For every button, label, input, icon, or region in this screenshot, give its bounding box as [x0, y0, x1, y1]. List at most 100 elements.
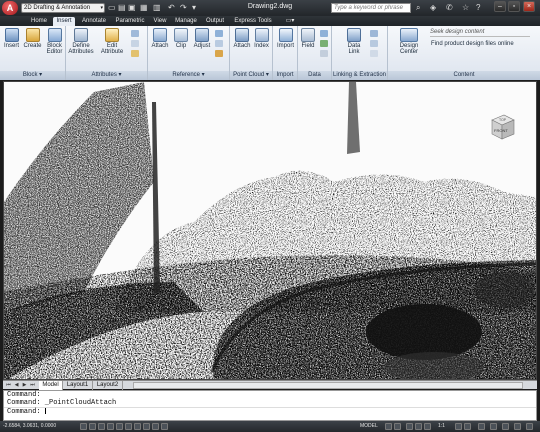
workspace-dropdown[interactable]: 2D Drafting & Annotation ▾ — [21, 3, 105, 13]
hardware-acceleration-icon[interactable] — [502, 423, 509, 430]
ole-object-icon[interactable] — [320, 50, 328, 57]
horizontal-scrollbar[interactable] — [133, 382, 523, 389]
upload-from-source-icon[interactable] — [370, 40, 378, 47]
pan-icon[interactable] — [406, 423, 413, 430]
clip-button[interactable]: Clip — [172, 28, 190, 49]
define-attributes-button[interactable]: Define Attributes — [68, 28, 94, 55]
command-input[interactable]: Command: — [4, 407, 536, 416]
drawing-area[interactable]: FRONT TOP — [3, 81, 537, 380]
extract-data-icon[interactable] — [370, 30, 378, 37]
qat-dropdown-icon[interactable]: ▾ — [192, 3, 196, 13]
plot-icon[interactable]: ▥ — [153, 3, 161, 13]
object-snap-icon[interactable] — [116, 423, 123, 430]
annotation-visibility-icon[interactable] — [455, 423, 462, 430]
model-space-toggle[interactable]: MODEL — [360, 421, 378, 432]
adjust-button[interactable]: Adjust — [191, 28, 213, 49]
steering-wheel-icon[interactable] — [424, 423, 431, 430]
grid-display-icon[interactable] — [89, 423, 96, 430]
panel-title-block[interactable]: Block ▾ — [0, 71, 65, 80]
panel-title-reference[interactable]: Reference ▾ — [148, 71, 229, 80]
hyperlink-icon[interactable] — [320, 40, 328, 47]
auto-scale-icon[interactable] — [464, 423, 471, 430]
maximize-button[interactable]: ▫ — [508, 1, 520, 12]
undo-icon[interactable]: ↶ — [168, 3, 175, 13]
last-layout-icon[interactable]: ⏭ — [29, 382, 36, 389]
workspace-switching-icon[interactable] — [478, 423, 485, 430]
subscription-center-icon[interactable]: ◈ — [430, 3, 436, 13]
seek-design-content-input[interactable]: Seek design content — [430, 29, 530, 37]
save-as-icon[interactable]: ▦ — [140, 3, 148, 13]
lock-icon[interactable] — [490, 423, 497, 430]
tab-layout1[interactable]: Layout1 — [63, 381, 93, 390]
viewcube[interactable]: FRONT TOP — [484, 111, 518, 145]
redo-icon[interactable]: ↷ — [180, 3, 187, 13]
search-icon[interactable]: ⌕ — [416, 3, 420, 13]
panel-title-point-cloud[interactable]: Point Cloud ▾ — [230, 71, 272, 80]
close-button[interactable]: × — [523, 1, 535, 12]
first-layout-icon[interactable]: ⏮ — [5, 382, 12, 389]
quick-view-drawings-icon[interactable] — [394, 423, 401, 430]
tab-model[interactable]: Model — [39, 381, 63, 390]
clean-screen-icon[interactable] — [526, 423, 533, 430]
command-line[interactable]: Command: Command: _PointCloudAttach Comm… — [3, 390, 537, 421]
tab-output[interactable]: Output — [202, 17, 228, 26]
coordinate-readout[interactable]: -2.6584, 3.0631, 0.0000 — [3, 421, 56, 432]
new-icon[interactable]: ▭ — [108, 3, 116, 13]
tab-home[interactable]: Home — [27, 17, 51, 26]
panel-title-attributes[interactable]: Attributes ▾ — [66, 71, 147, 80]
previous-layout-icon[interactable]: ◀ — [13, 382, 20, 389]
panel-title-content[interactable]: Content — [388, 71, 540, 80]
help-icon[interactable]: ? — [476, 3, 480, 13]
tab-layout2[interactable]: Layout2 — [93, 381, 123, 390]
reference-attach-button[interactable]: Attach — [150, 28, 170, 49]
update-fields-icon[interactable] — [320, 30, 328, 37]
point-cloud-index-button[interactable]: Index — [252, 28, 271, 49]
design-center-button[interactable]: Design Center — [390, 28, 428, 55]
open-icon[interactable]: ▤ — [118, 3, 126, 13]
dynamic-input-icon[interactable] — [143, 423, 150, 430]
import-button[interactable]: Import — [275, 28, 296, 49]
point-cloud-attach-button[interactable]: Attach — [232, 28, 252, 49]
tab-insert[interactable]: Insert — [53, 17, 75, 26]
communication-center-icon[interactable]: ✆ — [446, 3, 453, 13]
application-menu-button[interactable]: A — [2, 1, 18, 15]
attribute-manager-icon[interactable] — [131, 30, 139, 37]
minimize-button[interactable]: – — [494, 1, 506, 12]
tab-view[interactable]: View — [150, 17, 170, 26]
data-link-button[interactable]: Data Link — [344, 28, 364, 55]
download-from-source-icon[interactable] — [370, 50, 378, 57]
snap-mode-icon[interactable] — [80, 423, 87, 430]
zoom-icon[interactable] — [415, 423, 422, 430]
tab-express-tools[interactable]: Express Tools — [230, 17, 276, 26]
help-search-input[interactable]: Type a keyword or phrase — [331, 3, 411, 13]
save-icon[interactable]: ▣ — [128, 3, 136, 13]
tab-manage[interactable]: Manage — [172, 17, 200, 26]
allow-disallow-ucs-icon[interactable] — [134, 423, 141, 430]
lineweight-icon[interactable] — [152, 423, 159, 430]
frames-icon[interactable] — [215, 40, 223, 47]
underlay-layers-icon[interactable] — [215, 30, 223, 37]
attribute-display-icon[interactable] — [131, 50, 139, 57]
panel-title-data[interactable]: Data — [298, 71, 331, 80]
sync-attributes-icon[interactable] — [131, 40, 139, 47]
quick-properties-icon[interactable] — [161, 423, 168, 430]
panel-title-linking-extraction[interactable]: Linking & Extraction — [332, 71, 387, 80]
panel-title-import[interactable]: Import — [273, 71, 297, 80]
snap-to-underlays-icon[interactable] — [215, 50, 223, 57]
favorites-icon[interactable]: ☆ — [462, 3, 469, 13]
edit-attribute-button[interactable]: Edit Attribute — [97, 28, 127, 55]
object-snap-tracking-icon[interactable] — [125, 423, 132, 430]
block-editor-button[interactable]: Block Editor — [45, 28, 64, 55]
annotation-scale[interactable]: 1:1 — [438, 421, 445, 432]
ortho-mode-icon[interactable] — [98, 423, 105, 430]
tab-annotate[interactable]: Annotate — [78, 17, 110, 26]
ribbon-minimize-icon[interactable]: ▭▾ — [282, 17, 298, 26]
find-product-files-link[interactable]: Find product design files online — [431, 41, 514, 47]
tab-parametric[interactable]: Parametric — [112, 17, 148, 26]
next-layout-icon[interactable]: ▶ — [21, 382, 28, 389]
field-button[interactable]: Field — [300, 28, 316, 49]
polar-tracking-icon[interactable] — [107, 423, 114, 430]
insert-block-button[interactable]: Insert — [3, 28, 20, 49]
isolate-objects-icon[interactable] — [514, 423, 521, 430]
create-block-button[interactable]: Create — [22, 28, 43, 49]
